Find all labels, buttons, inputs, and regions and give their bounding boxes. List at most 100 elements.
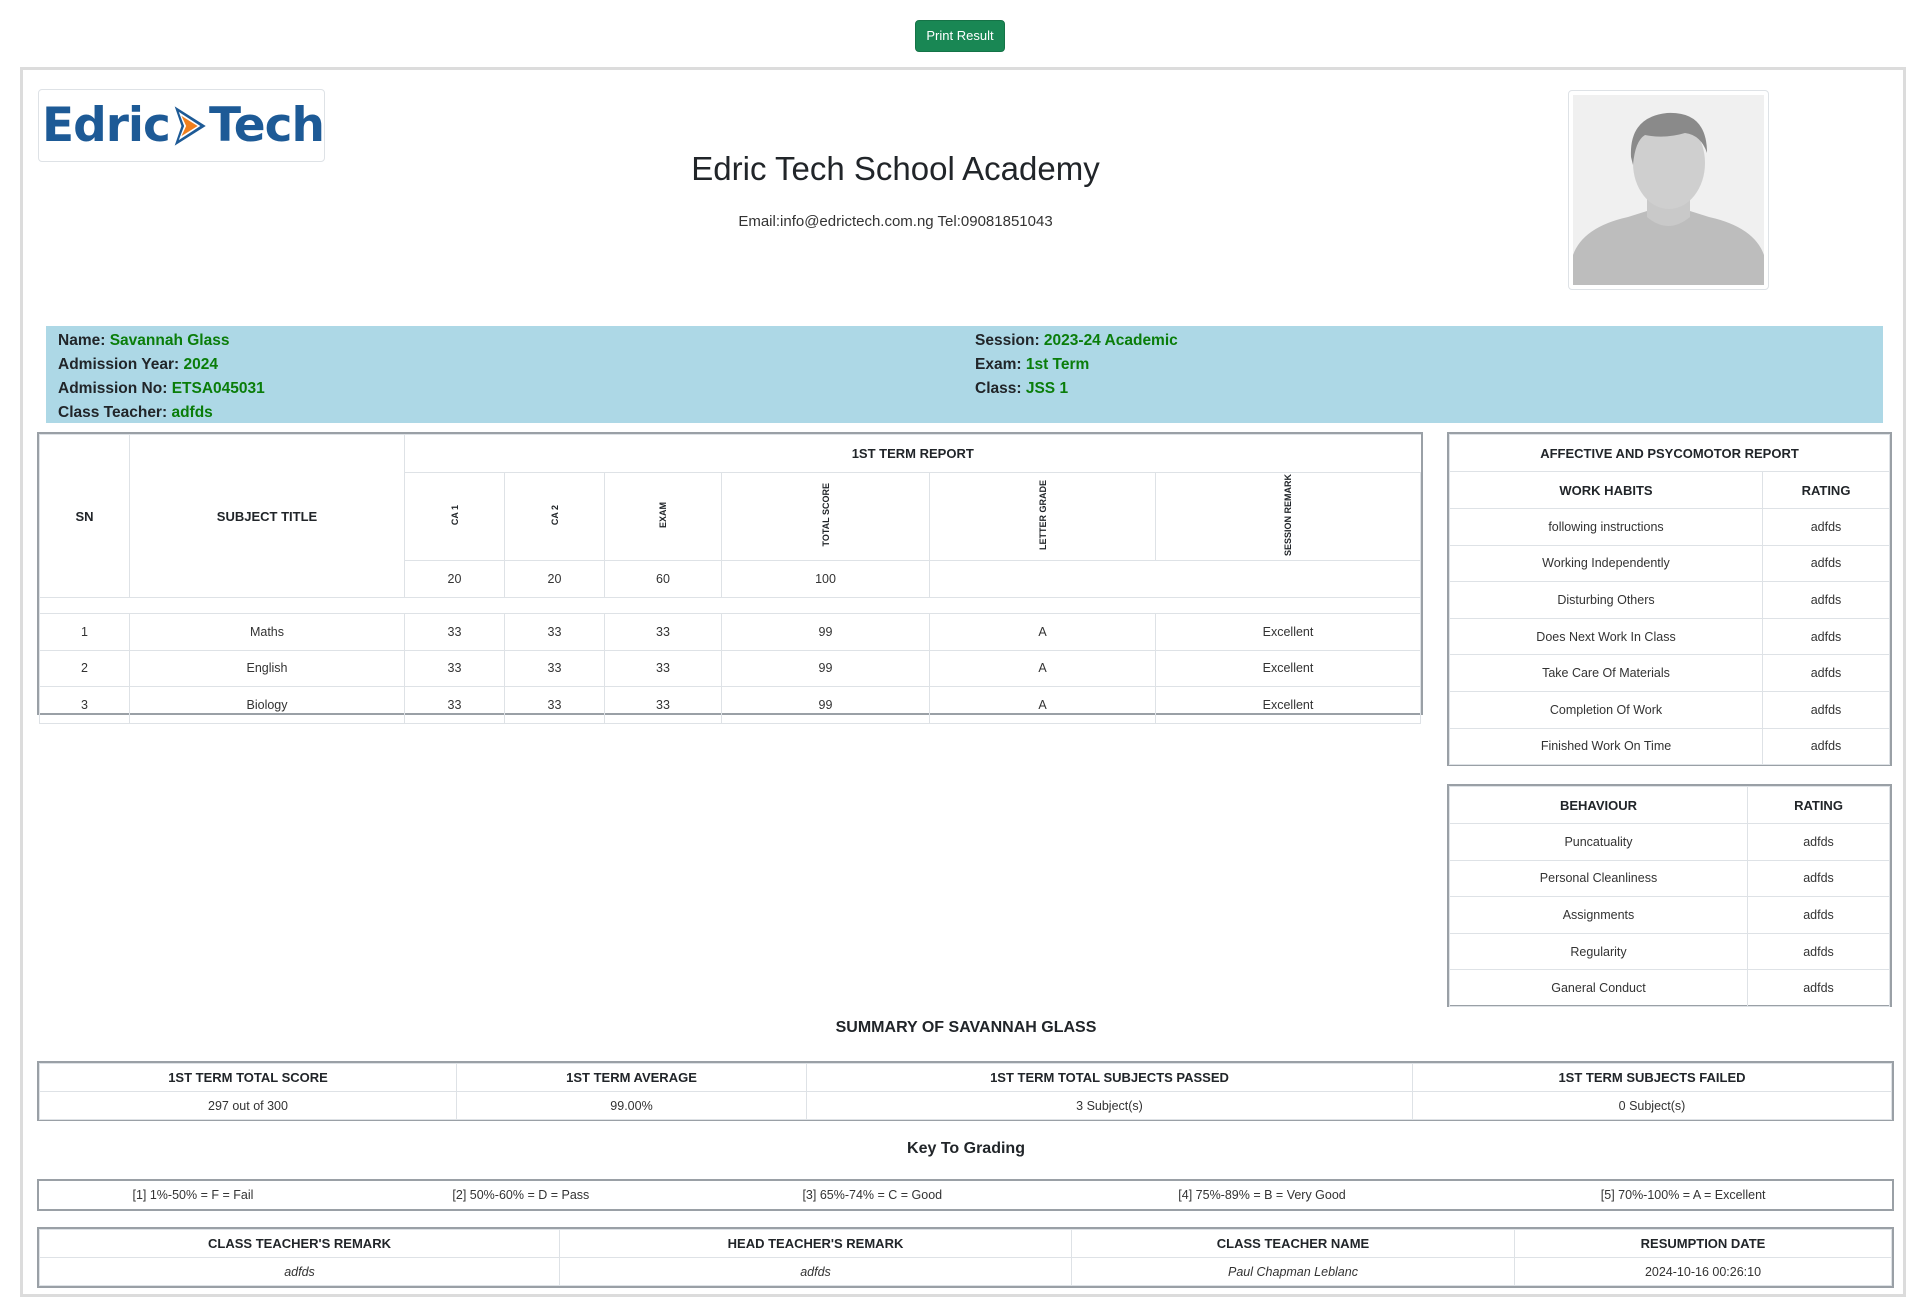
row-subject: Maths <box>129 613 405 651</box>
behaviour-label: Personal Cleanliness <box>1449 859 1748 898</box>
class-row: Class: JSS 1 <box>975 380 1069 397</box>
row-ca1: 33 <box>404 686 505 724</box>
term-report-header: 1ST TERM REPORT <box>404 434 1421 473</box>
habit-rating: adfds <box>1762 508 1890 546</box>
col-ca1: CA 1 <box>404 471 505 562</box>
row-total: 99 <box>721 649 930 688</box>
summary-title: SUMMARY OF SAVANNAH GLASS <box>835 1019 1097 1036</box>
col-letter-grade: LETTER GRADE <box>929 471 1156 562</box>
grade-key: [5] 70%-100% = A = Excellent <box>1600 1188 1766 1202</box>
results-table-frame: SN SUBJECT TITLE 1ST TERM REPORT CA 1 CA… <box>37 432 1423 724</box>
table-row: following instructions adfds <box>1449 508 1890 546</box>
row-grade: A <box>929 649 1156 688</box>
work-habits-header: WORK HABITS <box>1449 471 1763 509</box>
table-row: Finished Work On Time adfds <box>1449 727 1890 766</box>
affective-table: AFFECTIVE AND PSYCOMOTOR REPORT WORK HAB… <box>1449 434 1890 766</box>
row-exam: 33 <box>604 649 722 688</box>
behaviour-label: Ganeral Conduct <box>1449 969 1748 1007</box>
resumption-date-link[interactable]: 2024-10-16 00:26:10 <box>1514 1257 1892 1286</box>
row-ca1: 33 <box>404 613 505 651</box>
student-info-left: Name: Savannah Glass Admission Year: 202… <box>58 329 265 425</box>
habit-rating: adfds <box>1762 617 1890 656</box>
table-row: 3 Biology 33 33 33 99 A Excellent <box>39 686 1421 724</box>
behaviour-table: BEHAVIOUR RATING Puncatuality adfds Perso… <box>1449 786 1890 1007</box>
grading-key-frame: [1] 1%-50% = F = Fail [2] 50%-60% = D = … <box>37 1179 1894 1211</box>
head-teacher-remark: adfds <box>559 1257 1072 1286</box>
behaviour-rating: adfds <box>1747 823 1890 861</box>
row-ca1: 33 <box>404 649 505 688</box>
habit-label: Finished Work On Time <box>1449 727 1763 766</box>
behaviour-rating: adfds <box>1747 932 1890 971</box>
row-grade: A <box>929 686 1156 724</box>
table-row: 1 Maths 33 33 33 99 A Excellent <box>39 613 1421 651</box>
summary-header: 1ST TERM AVERAGE <box>456 1063 807 1092</box>
class-teacher-name: Paul Chapman Leblanc <box>1071 1257 1515 1286</box>
col-exam: EXAM <box>604 471 722 562</box>
print-result-button[interactable]: Print Result <box>915 20 1005 52</box>
summary-header: 1ST TERM TOTAL SUBJECTS PASSED <box>806 1063 1413 1092</box>
table-row: Does Next Work In Class adfds <box>1449 617 1890 656</box>
col-session-remark: SESSION REMARK <box>1155 471 1421 562</box>
logo-word-edric: Edric <box>42 98 171 153</box>
grading-title: Key To Grading <box>907 1140 1025 1157</box>
report-sheet: Edric Tech Edric Tech School Academy Ema… <box>20 67 1906 1297</box>
row-grade: A <box>929 613 1156 651</box>
habit-rating: adfds <box>1762 544 1890 583</box>
table-row: Assignments adfds <box>1449 896 1890 934</box>
class-teacher-row: Class Teacher: adfds <box>58 404 213 421</box>
table-row: Personal Cleanliness adfds <box>1449 859 1890 898</box>
rating-header: RATING <box>1747 786 1890 824</box>
remarks-table: CLASS TEACHER'S REMARK HEAD TEACHER'S RE… <box>39 1229 1892 1286</box>
student-info-band: Name: Savannah Glass Admission Year: 202… <box>46 326 1883 423</box>
row-remark: Excellent <box>1155 649 1421 688</box>
admission-year: 2024 <box>183 356 218 373</box>
student-name: Savannah Glass <box>109 332 230 349</box>
session-row: Session: 2023-24 Academic <box>975 332 1178 349</box>
student-info-right: Session: 2023-24 Academic Exam: 1st Term… <box>975 329 1178 401</box>
remark-header: CLASS TEACHER'S REMARK <box>39 1229 560 1258</box>
spacer-row <box>39 597 1421 615</box>
row-total: 99 <box>721 686 930 724</box>
col-total-score: TOTAL SCORE <box>721 471 930 562</box>
habit-label: Working Independently <box>1449 544 1763 583</box>
max-ca2: 20 <box>504 560 605 599</box>
habit-rating: adfds <box>1762 727 1890 766</box>
table-row: Puncatuality adfds <box>1449 823 1890 861</box>
summary-header: 1ST TERM SUBJECTS FAILED <box>1412 1063 1892 1092</box>
row-ca2: 33 <box>504 686 605 724</box>
remark-header: HEAD TEACHER'S REMARK <box>559 1229 1072 1258</box>
school-contact: Email:info@edrictech.com.ng Tel:09081851… <box>738 213 1053 230</box>
habit-rating: adfds <box>1762 654 1890 692</box>
row-sn: 2 <box>39 649 130 688</box>
table-row: Regularity adfds <box>1449 932 1890 971</box>
grade-key: [3] 65%-74% = C = Good <box>802 1188 943 1202</box>
max-ca1: 20 <box>404 560 505 599</box>
behaviour-label: Puncatuality <box>1449 823 1748 861</box>
table-row: Completion Of Work adfds <box>1449 690 1890 729</box>
grade-key: [4] 75%-89% = B = Very Good <box>1178 1188 1346 1202</box>
summary-table-frame: 1ST TERM TOTAL SCORE 1ST TERM AVERAGE 1S… <box>37 1061 1894 1121</box>
behaviour-label: Regularity <box>1449 932 1748 971</box>
class-value: JSS 1 <box>1025 380 1069 397</box>
max-total: 100 <box>721 560 930 599</box>
subject-header: SUBJECT TITLE <box>129 433 405 599</box>
habit-label: Disturbing Others <box>1449 581 1763 619</box>
summary-average: 99.00% <box>456 1091 807 1120</box>
behaviour-label: Assignments <box>1449 896 1748 934</box>
exam-value: 1st Term <box>1025 356 1090 373</box>
table-row: 2 English 33 33 33 99 A Excellent <box>39 649 1421 688</box>
print-bar: Print Result <box>0 20 1920 52</box>
behaviour-rating: adfds <box>1747 896 1890 934</box>
remark-header: RESUMPTION DATE <box>1514 1229 1892 1258</box>
rating-header: RATING <box>1762 471 1890 509</box>
row-sn: 3 <box>39 686 130 724</box>
habit-label: Completion Of Work <box>1449 690 1763 729</box>
admission-no-row: Admission No: ETSA045031 <box>58 380 265 397</box>
behaviour-rating: adfds <box>1747 969 1890 1007</box>
summary-header: 1ST TERM TOTAL SCORE <box>39 1063 457 1092</box>
remark-header: CLASS TEACHER NAME <box>1071 1229 1515 1258</box>
habit-label: Take Care Of Materials <box>1449 654 1763 692</box>
habit-rating: adfds <box>1762 690 1890 729</box>
table-row: Take Care Of Materials adfds <box>1449 654 1890 692</box>
results-table: SN SUBJECT TITLE 1ST TERM REPORT CA 1 CA… <box>39 433 1421 724</box>
